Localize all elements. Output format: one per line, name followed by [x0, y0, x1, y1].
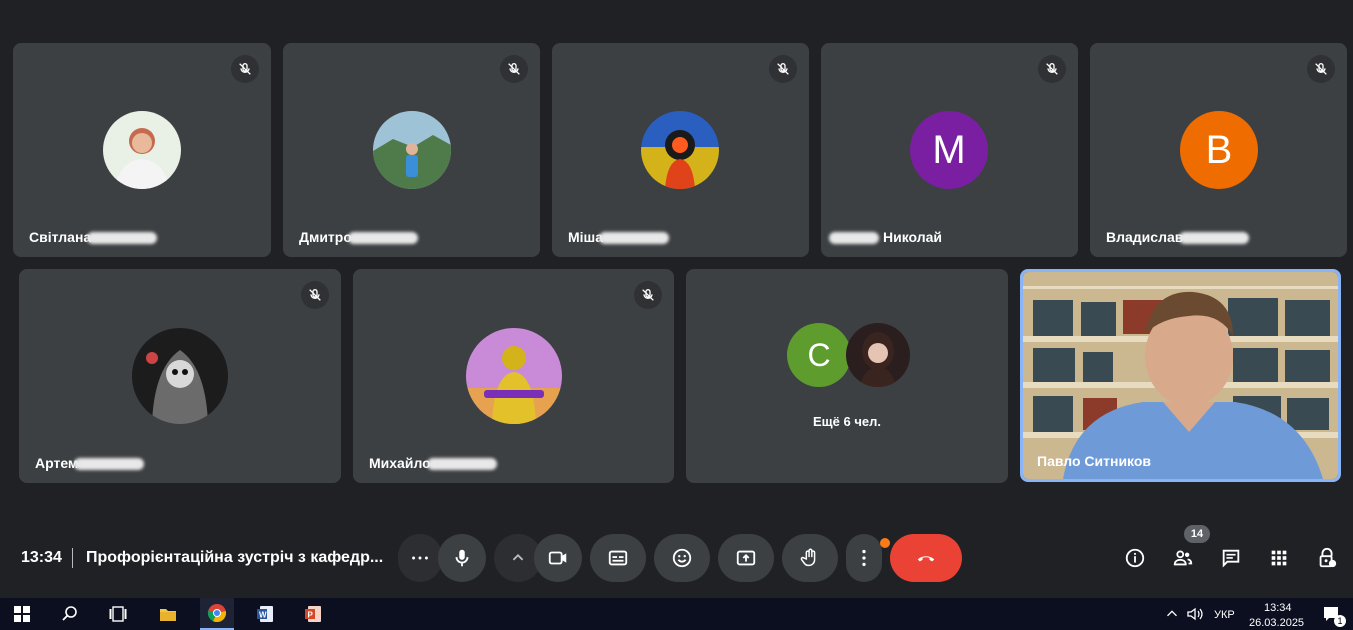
speaker-icon: [1187, 607, 1203, 621]
emoji-button[interactable]: [654, 534, 710, 582]
info-icon: [1125, 548, 1145, 568]
taskbar-word[interactable]: W: [251, 598, 279, 630]
taskbar-file-explorer[interactable]: [154, 598, 182, 630]
chevron-up-icon: [512, 553, 524, 561]
camera-button[interactable]: [534, 534, 582, 582]
start-button[interactable]: [8, 598, 36, 630]
chevron-up-icon: [1167, 610, 1177, 617]
microphone-button[interactable]: [438, 534, 486, 582]
avatar-photo: [846, 323, 910, 387]
participant-name: Міша: [568, 229, 670, 245]
meeting-time: 13:34: [21, 549, 62, 566]
taskbar-chrome[interactable]: [200, 598, 234, 630]
video-feed: [1023, 272, 1338, 479]
svg-text:P: P: [308, 611, 314, 620]
mic-off-icon: [301, 281, 329, 309]
lock-person-icon: [1319, 547, 1337, 568]
apps-grid-icon: [1271, 550, 1287, 566]
mic-off-icon: [1038, 55, 1066, 83]
clock-time[interactable]: 13:34: [1264, 602, 1292, 614]
taskbar-powerpoint[interactable]: P: [299, 598, 327, 630]
mic-off-icon: [1307, 55, 1335, 83]
others-tile[interactable]: C Ещё 6 чел.: [686, 269, 1008, 483]
participants-count-badge: 14: [1184, 525, 1210, 543]
activities-button[interactable]: [1263, 542, 1295, 574]
avatar: B: [1180, 111, 1258, 189]
task-view-icon: [109, 606, 127, 622]
language-indicator[interactable]: УКР: [1214, 609, 1235, 621]
participant-tile-artem[interactable]: Артем: [19, 269, 341, 483]
emoji-icon: [672, 548, 692, 568]
camera-icon: [548, 551, 567, 565]
avatar: [132, 328, 228, 424]
participant-tile-mykhailo[interactable]: Михайло: [353, 269, 674, 483]
avatar: M: [910, 111, 988, 189]
participant-tile-misha[interactable]: Міша: [552, 43, 809, 257]
windows-icon: [14, 606, 30, 622]
participant-tile-svitlana[interactable]: Світлана: [13, 43, 271, 257]
self-video-tile[interactable]: Павло Ситников: [1020, 269, 1341, 482]
people-icon: [1173, 550, 1193, 566]
avatar: [466, 328, 562, 424]
participants-button[interactable]: [1167, 542, 1199, 574]
avatar: [103, 111, 181, 189]
task-view-button[interactable]: [104, 598, 132, 630]
more-button[interactable]: [846, 534, 882, 582]
participant-name: Михайло: [369, 455, 497, 471]
search-icon: [62, 606, 77, 621]
dots-horizontal-icon: [412, 556, 428, 560]
others-count-label: Ещё 6 чел.: [813, 414, 881, 429]
meeting-info-button[interactable]: [1119, 542, 1151, 574]
folder-icon: [160, 609, 176, 621]
participant-name: Дмитро: [299, 229, 418, 245]
chrome-icon: [207, 604, 227, 623]
more-options-button[interactable]: [398, 534, 442, 582]
avatar: [641, 111, 719, 189]
host-controls-button[interactable]: [1311, 542, 1343, 574]
dots-vertical-icon: [862, 549, 866, 567]
control-bar: 13:34 Профорієнтаційна зустріч з кафедр.…: [0, 525, 1353, 586]
present-button[interactable]: [718, 534, 774, 582]
captions-button[interactable]: [590, 534, 646, 582]
clock-date[interactable]: 26.03.2025: [1249, 617, 1304, 629]
notification-count: 1: [1334, 615, 1346, 627]
meeting-title: Профорієнтаційна зустріч з кафедр...: [86, 549, 384, 566]
volume-button[interactable]: [1185, 598, 1205, 630]
chat-button[interactable]: [1215, 542, 1247, 574]
powerpoint-icon: P: [305, 606, 321, 622]
chat-icon: [1222, 549, 1240, 568]
participant-name: Світлана: [29, 229, 158, 245]
svg-text:W: W: [259, 611, 267, 620]
participant-name: Артем: [35, 455, 145, 471]
participant-tile-vladyslav[interactable]: B Владислав: [1090, 43, 1347, 257]
participant-name: Николай: [829, 229, 942, 245]
participant-tile-nikolai[interactable]: M Николай: [821, 43, 1078, 257]
self-name: Павло Ситников: [1037, 453, 1152, 469]
present-screen-icon: [736, 550, 756, 566]
mic-off-icon: [634, 281, 662, 309]
word-icon: W: [257, 606, 273, 622]
avatar-c: C: [787, 323, 851, 387]
hand-icon: [800, 548, 816, 567]
raise-hand-button[interactable]: [782, 534, 838, 582]
tray-overflow-button[interactable]: [1163, 598, 1181, 630]
captions-icon: [608, 550, 628, 566]
search-button[interactable]: [56, 598, 84, 630]
participant-name: Владислав: [1106, 229, 1250, 245]
notification-dot: [880, 538, 890, 548]
microphone-icon: [455, 549, 469, 567]
leave-call-button[interactable]: [890, 534, 962, 582]
mic-off-icon: [769, 55, 797, 83]
divider: [72, 548, 73, 568]
mic-off-icon: [231, 55, 259, 83]
mic-off-icon: [500, 55, 528, 83]
os-taskbar: W P УКР 13:34 26.03.2025 1: [0, 598, 1353, 630]
avatar: [373, 111, 451, 189]
hang-up-icon: [917, 556, 935, 562]
participant-tile-dmytro[interactable]: Дмитро: [283, 43, 540, 257]
